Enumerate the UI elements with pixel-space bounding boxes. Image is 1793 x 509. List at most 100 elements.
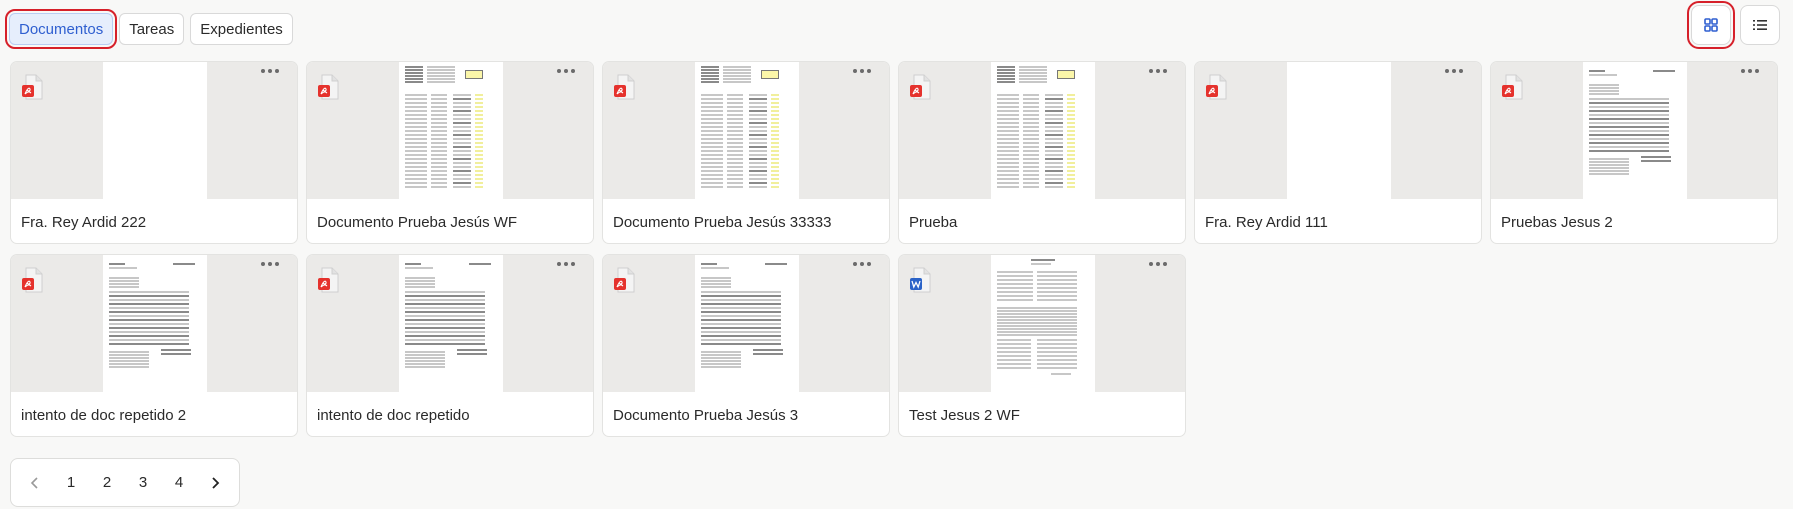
list-view-button[interactable]: [1740, 5, 1780, 45]
document-title[interactable]: intento de doc repetido: [317, 392, 583, 436]
more-options-button[interactable]: [1147, 259, 1169, 269]
pagination-page-3[interactable]: 3: [125, 465, 161, 501]
document-card[interactable]: Documento Prueba Jesús 33333: [602, 61, 890, 244]
preview-line: [431, 102, 447, 104]
document-card[interactable]: Fra. Rey Ardid 111: [1194, 61, 1482, 244]
document-title[interactable]: Documento Prueba Jesús 33333: [613, 199, 879, 243]
pdf-file-icon: [614, 74, 635, 100]
preview-line: [453, 162, 471, 164]
document-thumbnail[interactable]: [11, 255, 297, 392]
document-card[interactable]: Pruebas Jesus 2: [1490, 61, 1778, 244]
preview-line: [701, 122, 723, 124]
more-options-button[interactable]: [259, 259, 281, 269]
preview-line: [701, 286, 731, 288]
preview-line: [997, 313, 1077, 315]
tab-documentos[interactable]: Documentos: [4, 9, 118, 49]
pagination-page-1[interactable]: 1: [53, 465, 89, 501]
document-card[interactable]: intento de doc repetido: [306, 254, 594, 437]
preview-line: [1037, 299, 1077, 301]
pagination-page-4[interactable]: 4: [161, 465, 197, 501]
tab-tareas[interactable]: Tareas: [119, 13, 185, 45]
document-thumbnail[interactable]: [603, 255, 889, 392]
preview-line: [453, 142, 471, 144]
document-title[interactable]: Prueba: [909, 199, 1175, 243]
more-dot-icon: [1452, 69, 1456, 73]
preview-line: [453, 154, 471, 156]
document-title[interactable]: Documento Prueba Jesús WF: [317, 199, 583, 243]
pagination-next-button[interactable]: [197, 465, 233, 501]
preview-line: [1067, 130, 1075, 132]
preview-line: [405, 263, 421, 265]
preview-line: [701, 102, 723, 104]
preview-line: [771, 142, 779, 144]
document-thumbnail[interactable]: [11, 62, 297, 199]
more-options-button[interactable]: [259, 66, 281, 76]
document-thumbnail[interactable]: [899, 62, 1185, 199]
document-thumbnail[interactable]: [307, 62, 593, 199]
preview-line: [1589, 106, 1669, 108]
document-thumbnail[interactable]: [1491, 62, 1777, 199]
document-thumbnail[interactable]: [1195, 62, 1481, 199]
preview-line: [1037, 271, 1077, 273]
preview-line: [1067, 178, 1075, 180]
preview-line: [405, 280, 435, 282]
preview-line: [405, 158, 427, 160]
preview-line: [469, 263, 491, 265]
grid-view-button[interactable]: [1687, 1, 1735, 49]
document-card[interactable]: Prueba: [898, 61, 1186, 244]
preview-line: [1045, 106, 1063, 108]
more-options-button[interactable]: [851, 259, 873, 269]
preview-line: [1037, 351, 1077, 353]
document-thumbnail[interactable]: [603, 62, 889, 199]
preview-line: [771, 94, 779, 96]
document-title[interactable]: Test Jesus 2 WF: [909, 392, 1175, 436]
preview-line: [1037, 339, 1077, 341]
more-options-button[interactable]: [555, 66, 577, 76]
preview-line: [453, 134, 471, 136]
document-title[interactable]: Fra. Rey Ardid 111: [1205, 199, 1471, 243]
preview-line: [1589, 146, 1669, 148]
more-options-button[interactable]: [1443, 66, 1465, 76]
document-card[interactable]: Fra. Rey Ardid 222: [10, 61, 298, 244]
document-title[interactable]: Fra. Rey Ardid 222: [21, 199, 287, 243]
document-title[interactable]: Pruebas Jesus 2: [1501, 199, 1767, 243]
document-card[interactable]: intento de doc repetido 2: [10, 254, 298, 437]
preview-line: [1589, 110, 1669, 112]
preview-line: [727, 186, 743, 188]
pagination-page-2[interactable]: 2: [89, 465, 125, 501]
more-dot-icon: [275, 69, 279, 73]
document-title[interactable]: Documento Prueba Jesús 3: [613, 392, 879, 436]
more-options-button[interactable]: [1147, 66, 1169, 76]
more-dot-icon: [1755, 69, 1759, 73]
tab-expedientes[interactable]: Expedientes: [190, 13, 293, 45]
preview-line: [997, 170, 1019, 172]
preview-line: [701, 134, 723, 136]
preview-line: [1067, 118, 1075, 120]
more-options-button[interactable]: [1739, 66, 1761, 76]
pagination: 1 2 3 4: [10, 458, 240, 507]
preview-line: [1067, 114, 1075, 116]
document-card[interactable]: Test Jesus 2 WF: [898, 254, 1186, 437]
preview-line: [727, 126, 743, 128]
pagination-prev-button[interactable]: [17, 465, 53, 501]
document-thumbnail[interactable]: [899, 255, 1185, 392]
preview-line: [701, 146, 723, 148]
preview-line: [1641, 160, 1671, 162]
preview-line: [727, 166, 743, 168]
document-thumbnail[interactable]: [307, 255, 593, 392]
preview-line: [701, 154, 723, 156]
document-card[interactable]: Documento Prueba Jesús WF: [306, 61, 594, 244]
preview-line: [427, 66, 455, 68]
document-card[interactable]: Documento Prueba Jesús 3: [602, 254, 890, 437]
more-options-button[interactable]: [851, 66, 873, 76]
preview-line: [727, 150, 743, 152]
preview-line: [1051, 373, 1071, 375]
preview-line: [1589, 170, 1629, 172]
preview-line: [701, 267, 729, 269]
preview-line: [405, 174, 427, 176]
preview-line: [1589, 114, 1669, 116]
document-title[interactable]: intento de doc repetido 2: [21, 392, 287, 436]
preview-line: [1023, 170, 1039, 172]
more-options-button[interactable]: [555, 259, 577, 269]
preview-line: [701, 110, 723, 112]
